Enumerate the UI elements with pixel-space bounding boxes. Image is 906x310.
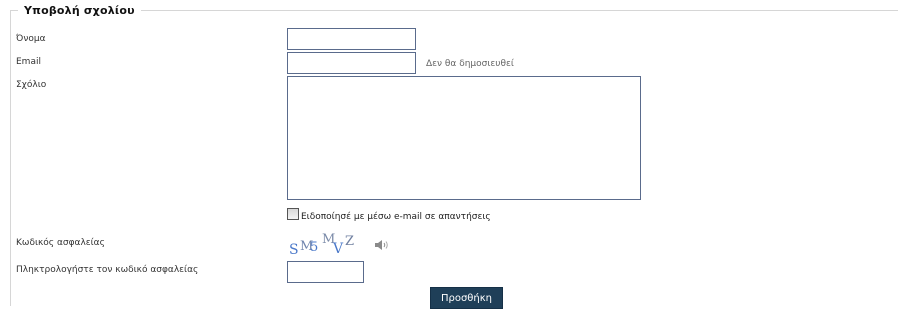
name-input[interactable] bbox=[287, 28, 416, 50]
captcha-char: V bbox=[333, 241, 344, 257]
captcha-input[interactable] bbox=[287, 261, 364, 283]
comment-textarea[interactable] bbox=[287, 76, 641, 200]
notify-checkbox[interactable] bbox=[287, 208, 299, 220]
captcha-char: S bbox=[289, 242, 299, 258]
captcha-label: Κωδικός ασφαλείας bbox=[16, 238, 105, 248]
comment-label: Σχόλιο bbox=[16, 80, 47, 90]
speaker-icon[interactable] bbox=[374, 239, 390, 251]
captcha-input-label: Πληκτρολογήστε τον κωδικό ασφαλείας bbox=[16, 265, 199, 275]
form-legend: Υποβολή σχολίου bbox=[18, 4, 141, 17]
captcha-char: Z bbox=[345, 234, 355, 249]
submit-button[interactable]: Προσθήκη bbox=[430, 287, 503, 309]
notify-label[interactable]: Ειδοποίησέ με μέσω e-mail σε απαντήσεις bbox=[301, 212, 491, 222]
email-hint: Δεν θα δημοσιευθεί bbox=[426, 59, 514, 69]
name-label: Όνομα bbox=[16, 34, 46, 44]
email-label: Email bbox=[16, 57, 41, 67]
email-input[interactable] bbox=[287, 52, 416, 74]
captcha-image: S M 5 M V Z bbox=[287, 231, 369, 259]
captcha-char: 5 bbox=[310, 240, 319, 255]
